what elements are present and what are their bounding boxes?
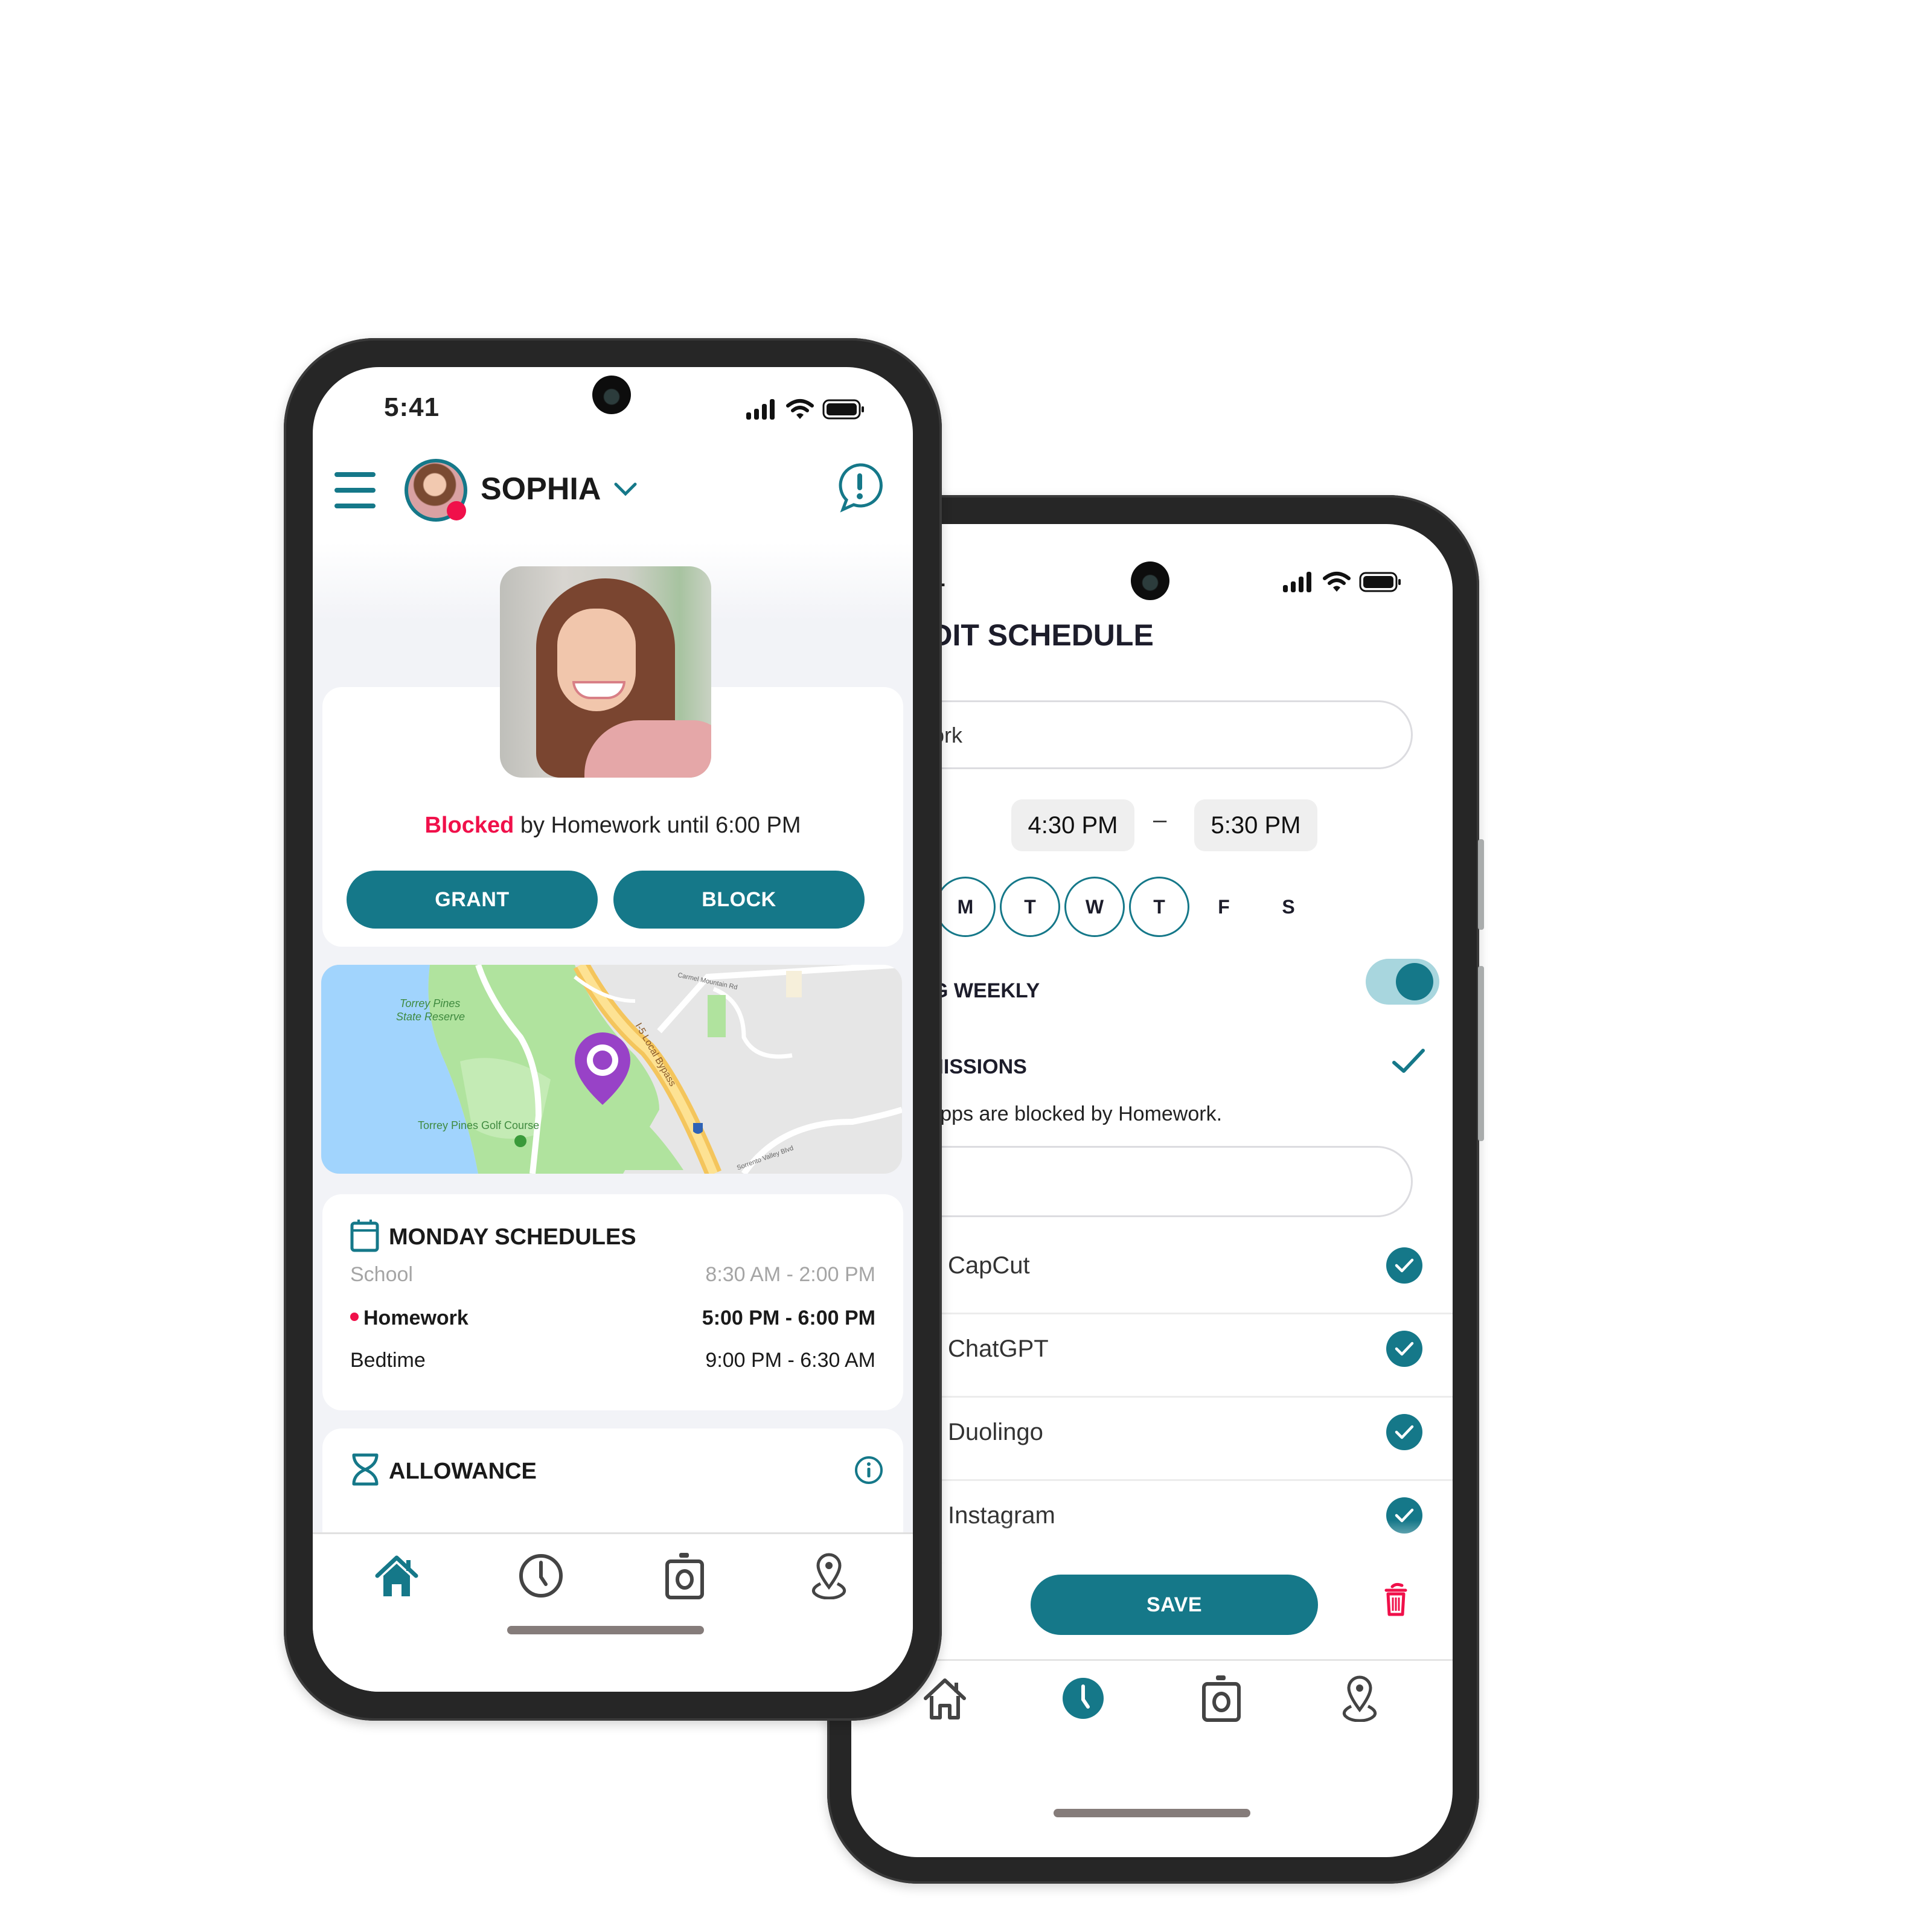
start-time-picker[interactable]: 4:30 PM [1011, 799, 1134, 851]
nav-tab-location[interactable] [1332, 1671, 1387, 1726]
app-checked-icon[interactable] [1386, 1414, 1422, 1450]
clock-icon [1062, 1678, 1104, 1719]
camera-icon [1201, 1675, 1241, 1722]
battery-icon [1359, 572, 1401, 592]
clock-icon [519, 1554, 563, 1598]
dashboard-screen: 5:41 SOPHIA Blocked by Homework until 6:… [313, 367, 913, 1692]
map-sorrento-valley-blvd [741, 1107, 902, 1174]
camera-icon [665, 1553, 705, 1599]
app-name: Duolingo [948, 1419, 1043, 1445]
bottom-nav-right [851, 1671, 1453, 1726]
schedule-name-text: School [350, 1263, 413, 1286]
signal-icon [1283, 572, 1311, 592]
wifi-icon [786, 399, 814, 419]
day-toggle[interactable]: S [1258, 877, 1319, 937]
schedule-time: 8:30 AM - 2:00 PM [705, 1263, 875, 1286]
map-label-reserve-2: State Reserve [396, 1011, 465, 1023]
schedule-name: Homework [350, 1307, 469, 1330]
toggle-knob [1396, 963, 1433, 1000]
alert-bubble-icon[interactable] [837, 462, 883, 513]
permissions-check-icon[interactable] [1392, 1048, 1425, 1075]
page-title: EDIT SCHEDULE [910, 618, 1154, 652]
volume-button [1478, 839, 1484, 930]
permissions-description: d apps are blocked by Homework. [912, 1102, 1223, 1125]
delete-trash-icon[interactable] [1383, 1582, 1409, 1617]
signal-icon [746, 399, 775, 420]
phone-left-dashboard: 5:41 SOPHIA Blocked by Homework until 6:… [284, 338, 942, 1721]
nav-divider [851, 1659, 1453, 1661]
day-toggle[interactable]: W [1064, 877, 1125, 937]
map-label-reserve-1: Torrey Pines [400, 997, 460, 1009]
front-camera [1131, 561, 1169, 600]
battery-icon [822, 399, 864, 420]
time-separator: – [1153, 807, 1167, 833]
home-indicator[interactable] [507, 1626, 704, 1634]
chevron-down-icon[interactable] [613, 482, 638, 497]
home-icon [923, 1678, 966, 1719]
monday-schedules-card[interactable]: MONDAY SCHEDULES School 8:30 AM - 2:00 PM… [322, 1194, 903, 1410]
app-checked-icon[interactable] [1386, 1247, 1422, 1284]
nav-tab-photos[interactable] [657, 1549, 712, 1603]
location-map[interactable]: Torrey Pines State Reserve Torrey Pines … [321, 965, 902, 1174]
app-checked-icon[interactable] [1386, 1331, 1422, 1367]
nav-tab-schedules[interactable] [514, 1549, 568, 1603]
schedule-row[interactable]: Bedtime 9:00 PM - 6:30 AM [350, 1349, 875, 1372]
schedule-time: 5:00 PM - 6:00 PM [702, 1307, 875, 1329]
home-indicator[interactable] [1054, 1809, 1250, 1817]
allowance-title: ALLOWANCE [389, 1459, 537, 1484]
schedule-row[interactable]: Homework 5:00 PM - 6:00 PM [350, 1307, 875, 1330]
end-time-picker[interactable]: 5:30 PM [1194, 799, 1317, 851]
map-label-golf: Torrey Pines Golf Course [418, 1119, 539, 1131]
location-pin-marker[interactable] [572, 1031, 633, 1106]
save-button[interactable]: SAVE [1031, 1575, 1318, 1635]
front-camera [592, 376, 631, 414]
nav-tab-location[interactable] [802, 1549, 856, 1603]
app-name: ChatGPT [948, 1335, 1049, 1362]
location-pin-icon [1342, 1675, 1377, 1722]
block-button[interactable]: BLOCK [613, 871, 865, 929]
home-icon [375, 1555, 418, 1596]
child-avatar[interactable] [405, 459, 467, 522]
blocked-status-dot [447, 501, 466, 520]
calendar-icon [350, 1220, 379, 1252]
schedule-name: Bedtime [350, 1349, 426, 1372]
status-time: 5:41 [384, 392, 440, 422]
active-schedule-dot [350, 1313, 359, 1322]
day-toggle[interactable]: T [1000, 877, 1060, 937]
schedule-row[interactable]: School 8:30 AM - 2:00 PM [350, 1263, 875, 1287]
child-profile-photo [500, 566, 711, 778]
schedule-name-text: Homework [363, 1307, 469, 1329]
blocked-word: Blocked [424, 813, 514, 838]
app-name: CapCut [948, 1252, 1030, 1279]
nav-tab-home[interactable] [369, 1549, 424, 1603]
bottom-nav-container [313, 1532, 913, 1692]
hamburger-menu-icon[interactable] [334, 471, 378, 510]
child-name[interactable]: SOPHIA [481, 471, 601, 507]
block-status-detail: by Homework until 6:00 PM [514, 813, 801, 838]
schedules-title: MONDAY SCHEDULES [389, 1224, 636, 1250]
day-toggle[interactable]: F [1194, 877, 1254, 937]
schedule-name-text: Bedtime [350, 1349, 426, 1372]
repeat-weekly-toggle[interactable] [1366, 959, 1439, 1005]
map-golf-marker [514, 1135, 526, 1147]
bottom-nav-left [313, 1549, 913, 1603]
schedule-name: School [350, 1263, 413, 1287]
status-icons [746, 398, 865, 420]
nav-tab-schedules[interactable] [1056, 1671, 1110, 1726]
grant-button[interactable]: GRANT [347, 871, 598, 929]
info-icon[interactable] [854, 1455, 884, 1485]
nav-tab-photos[interactable] [1194, 1671, 1249, 1726]
status-icons [1283, 571, 1401, 593]
day-toggle[interactable]: M [935, 877, 996, 937]
location-pin-icon [811, 1553, 846, 1599]
schedule-time: 9:00 PM - 6:30 AM [705, 1349, 875, 1372]
day-toggle[interactable]: T [1129, 877, 1189, 937]
block-status-text: Blocked by Homework until 6:00 PM [313, 813, 913, 839]
power-button [1478, 966, 1484, 1141]
wifi-icon [1323, 572, 1351, 592]
map-i5-shield [693, 1123, 703, 1134]
hourglass-icon [352, 1453, 379, 1486]
